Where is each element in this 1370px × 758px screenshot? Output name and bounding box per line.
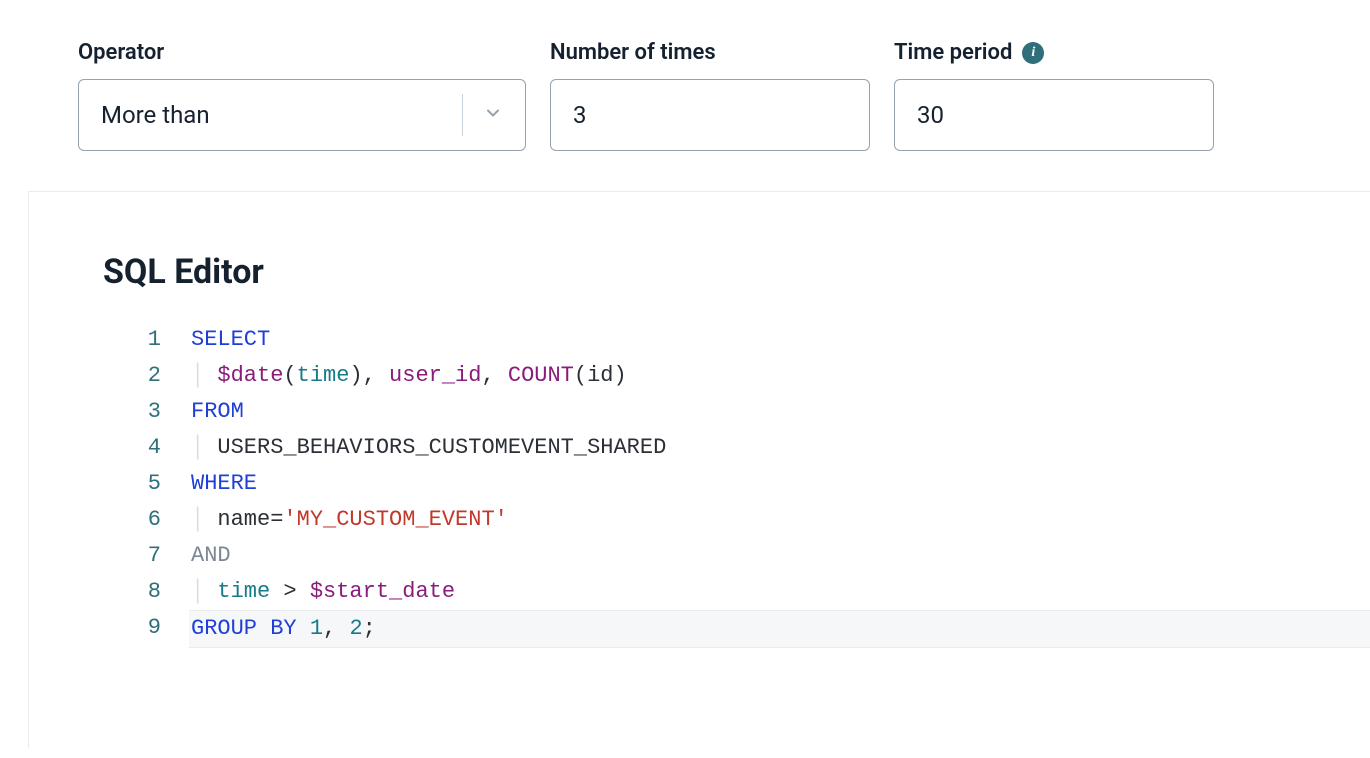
token-plain xyxy=(297,616,310,641)
token-num: 1 xyxy=(310,616,323,641)
token-plain xyxy=(297,579,310,604)
code-line[interactable]: 3FROM xyxy=(103,394,1370,430)
code-content[interactable]: WHERE xyxy=(189,466,1370,502)
indent-guide: │ xyxy=(191,435,217,460)
code-line[interactable]: 1SELECT xyxy=(103,322,1370,358)
code-content[interactable]: GROUP BY 1, 2; xyxy=(189,610,1370,648)
sql-editor-code[interactable]: 1SELECT2│ $date(time), user_id, COUNT(id… xyxy=(103,322,1370,648)
code-line[interactable]: 9GROUP BY 1, 2; xyxy=(103,610,1370,648)
indent-guide: │ xyxy=(191,579,217,604)
token-and: AND xyxy=(191,543,231,568)
line-number: 1 xyxy=(103,322,189,358)
token-plain: name xyxy=(217,507,270,532)
criteria-row: Operator More than Number of times 3 Tim… xyxy=(0,40,1370,151)
chevron-down-icon xyxy=(483,101,503,129)
code-content[interactable]: FROM xyxy=(189,394,1370,430)
line-number: 6 xyxy=(103,502,189,538)
code-line[interactable]: 2│ $date(time), user_id, COUNT(id) xyxy=(103,358,1370,394)
token-keyword: GROUP BY xyxy=(191,616,297,641)
token-string: 'MY_CUSTOM_EVENT' xyxy=(283,507,507,532)
operator-label: Operator xyxy=(78,40,526,65)
token-plain: USERS_BEHAVIORS_CUSTOMEVENT_SHARED xyxy=(217,435,666,460)
times-group: Number of times 3 xyxy=(550,40,870,151)
select-divider xyxy=(462,94,463,136)
token-col: $start_date xyxy=(310,579,455,604)
indent-guide: │ xyxy=(191,507,217,532)
token-col: user_id xyxy=(389,363,481,388)
line-number: 8 xyxy=(103,574,189,610)
line-number: 2 xyxy=(103,358,189,394)
code-line[interactable]: 6│ name='MY_CUSTOM_EVENT' xyxy=(103,502,1370,538)
operator-group: Operator More than xyxy=(78,40,526,151)
code-content[interactable]: │ name='MY_CUSTOM_EVENT' xyxy=(189,502,1370,538)
token-op: > xyxy=(283,579,296,604)
sql-editor-title: SQL Editor xyxy=(103,252,1370,292)
token-plain: id xyxy=(587,363,613,388)
code-line[interactable]: 4│ USERS_BEHAVIORS_CUSTOMEVENT_SHARED xyxy=(103,430,1370,466)
code-content[interactable]: │ $date(time), user_id, COUNT(id) xyxy=(189,358,1370,394)
token-punc: , xyxy=(323,616,349,641)
token-ident: time xyxy=(297,363,350,388)
token-keyword: FROM xyxy=(191,399,244,424)
times-label: Number of times xyxy=(550,40,870,65)
code-line[interactable]: 7AND xyxy=(103,538,1370,574)
period-group: Time period i 30 xyxy=(894,40,1214,151)
token-punc: ) xyxy=(614,363,627,388)
line-number: 3 xyxy=(103,394,189,430)
operator-value: More than xyxy=(101,101,210,129)
line-number: 9 xyxy=(103,610,189,648)
indent-guide: │ xyxy=(191,363,217,388)
token-func: $date xyxy=(217,363,283,388)
period-label-row: Time period i xyxy=(894,40,1214,65)
times-input[interactable]: 3 xyxy=(550,79,870,151)
line-number: 7 xyxy=(103,538,189,574)
token-punc: , xyxy=(481,363,507,388)
token-punc: ; xyxy=(363,616,376,641)
token-keyword: WHERE xyxy=(191,471,257,496)
token-func: COUNT xyxy=(508,363,574,388)
token-ident: time xyxy=(217,579,270,604)
period-label: Time period xyxy=(894,40,1012,65)
sql-editor-card: SQL Editor 1SELECT2│ $date(time), user_i… xyxy=(28,191,1370,748)
code-content[interactable]: │ USERS_BEHAVIORS_CUSTOMEVENT_SHARED xyxy=(189,430,1370,466)
token-num: 2 xyxy=(349,616,362,641)
times-value: 3 xyxy=(573,101,587,129)
line-number: 5 xyxy=(103,466,189,502)
line-number: 4 xyxy=(103,430,189,466)
operator-select[interactable]: More than xyxy=(78,79,526,151)
period-input[interactable]: 30 xyxy=(894,79,1214,151)
token-op: = xyxy=(270,507,283,532)
code-line[interactable]: 5WHERE xyxy=(103,466,1370,502)
code-content[interactable]: SELECT xyxy=(189,322,1370,358)
token-punc: ( xyxy=(283,363,296,388)
token-punc: , xyxy=(363,363,389,388)
code-line[interactable]: 8│ time > $start_date xyxy=(103,574,1370,610)
code-content[interactable]: AND xyxy=(189,538,1370,574)
code-content[interactable]: │ time > $start_date xyxy=(189,574,1370,610)
token-keyword: SELECT xyxy=(191,327,270,352)
token-punc: ( xyxy=(574,363,587,388)
token-plain xyxy=(270,579,283,604)
period-value: 30 xyxy=(917,101,944,129)
token-punc: ) xyxy=(349,363,362,388)
info-icon[interactable]: i xyxy=(1022,42,1044,64)
